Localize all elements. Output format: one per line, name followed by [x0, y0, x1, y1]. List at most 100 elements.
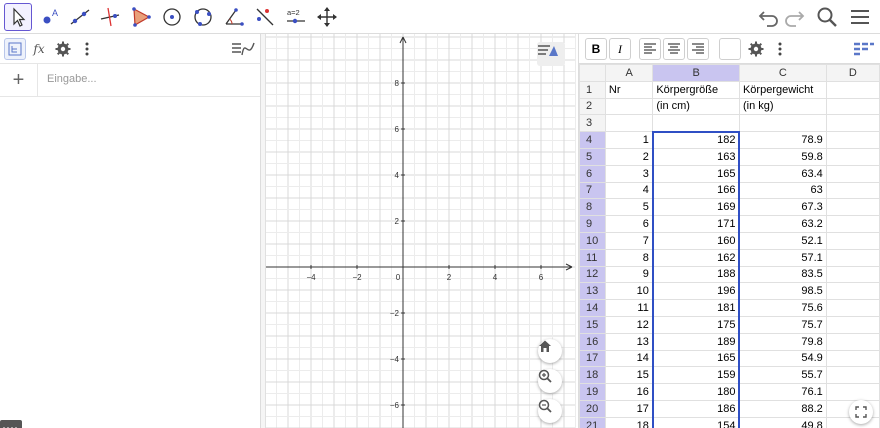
spreadsheet-grid[interactable]: ABCD 1 Nr Körpergröße Körpergewicht 2 (in cm)…: [579, 64, 880, 428]
zoom-in-button[interactable]: [538, 369, 562, 393]
cell-c[interactable]: 76.1: [738, 383, 827, 401]
graphics-style-bar-button[interactable]: [537, 42, 565, 66]
move-tool-button[interactable]: [4, 3, 32, 31]
cell-b[interactable]: 154: [651, 416, 741, 428]
algebra-sort-button[interactable]: [4, 38, 26, 60]
row-header[interactable]: 9: [579, 215, 606, 233]
cell-a[interactable]: Nr: [604, 80, 654, 99]
cell-d[interactable]: [825, 198, 880, 217]
point-tool-button[interactable]: A: [36, 3, 64, 31]
cell-b[interactable]: 159: [651, 366, 741, 385]
spreadsheet-settings-button[interactable]: [745, 38, 767, 60]
slider-tool-button[interactable]: a=2: [282, 3, 310, 31]
circle-three-points-tool-button[interactable]: [189, 3, 217, 31]
cell-d[interactable]: [825, 366, 880, 385]
cell-b[interactable]: [652, 114, 740, 133]
row-header[interactable]: 11: [579, 248, 606, 267]
row-header[interactable]: 16: [579, 332, 606, 351]
cell-a[interactable]: 17: [604, 399, 654, 418]
cell-a[interactable]: 15: [604, 366, 654, 385]
cell-b[interactable]: 180: [651, 383, 741, 401]
cell-b[interactable]: 188: [651, 265, 741, 284]
cell-d[interactable]: [825, 131, 880, 149]
cell-c[interactable]: 63.2: [738, 215, 827, 233]
cell-a[interactable]: 14: [604, 349, 654, 368]
cell-a[interactable]: 13: [604, 332, 654, 351]
row-header[interactable]: 20: [579, 399, 606, 418]
cell-c[interactable]: 83.5: [738, 265, 827, 284]
angle-tool-button[interactable]: [220, 3, 248, 31]
cell-a[interactable]: 3: [604, 164, 654, 183]
menu-button[interactable]: [847, 5, 873, 29]
row-header[interactable]: 8: [579, 198, 606, 217]
cell-d[interactable]: [825, 231, 880, 250]
row-header[interactable]: 14: [579, 299, 606, 317]
spreadsheet-more-button[interactable]: [769, 38, 791, 60]
cell-c[interactable]: 57.1: [738, 248, 827, 267]
algebra-view-toggle-button[interactable]: [230, 38, 256, 60]
cell-c[interactable]: 63.4: [738, 164, 827, 183]
cell-c[interactable]: 52.1: [738, 231, 827, 250]
circle-center-point-tool-button[interactable]: [158, 3, 186, 31]
cell-d[interactable]: [825, 147, 880, 166]
align-right-button[interactable]: [687, 38, 709, 60]
cell-a[interactable]: [604, 114, 654, 133]
cell-b[interactable]: Körpergröße: [652, 80, 740, 99]
corner-cell[interactable]: [579, 64, 606, 82]
fx-button[interactable]: fx: [28, 38, 50, 60]
cell-c[interactable]: 59.8: [738, 147, 827, 166]
cell-c[interactable]: 49.8: [738, 416, 827, 428]
algebra-more-button[interactable]: [76, 38, 98, 60]
cell-a[interactable]: 4: [604, 181, 654, 200]
cell-c[interactable]: 63: [738, 181, 827, 200]
row-header[interactable]: 6: [579, 164, 606, 183]
column-header-b[interactable]: B: [652, 64, 740, 82]
row-header[interactable]: 21: [579, 416, 606, 428]
zoom-out-button[interactable]: [538, 399, 562, 423]
cell-d[interactable]: [825, 299, 880, 317]
move-graphics-tool-button[interactable]: [313, 3, 341, 31]
cell-a[interactable]: 8: [604, 248, 654, 267]
cell-c[interactable]: Körpergewicht: [738, 80, 827, 99]
cell-b[interactable]: 186: [651, 399, 741, 418]
cell-d[interactable]: [825, 332, 880, 351]
cell-b[interactable]: 189: [651, 332, 741, 351]
cell-a[interactable]: 18: [604, 416, 654, 428]
cell-b[interactable]: 175: [651, 315, 741, 334]
cell-b[interactable]: 160: [651, 231, 741, 250]
cell-b[interactable]: 196: [651, 282, 741, 301]
cell-b[interactable]: 166: [651, 181, 741, 200]
column-header-c[interactable]: C: [738, 64, 827, 82]
cell-d[interactable]: [825, 282, 880, 301]
row-header[interactable]: 3: [579, 114, 606, 133]
cell-c[interactable]: 78.9: [738, 131, 827, 149]
column-header-a[interactable]: A: [604, 64, 654, 82]
cell-c[interactable]: 67.3: [738, 198, 827, 217]
cell-c[interactable]: 88.2: [738, 399, 827, 418]
cell-d[interactable]: [825, 97, 880, 116]
column-header-d[interactable]: D: [825, 64, 880, 82]
search-button[interactable]: [814, 5, 840, 29]
cell-c[interactable]: [738, 114, 827, 133]
cell-a[interactable]: 12: [604, 315, 654, 334]
cell-c[interactable]: 98.5: [738, 282, 827, 301]
cell-a[interactable]: 1: [604, 131, 654, 149]
reflect-tool-button[interactable]: [251, 3, 279, 31]
cell-d[interactable]: [825, 181, 880, 200]
row-header[interactable]: 12: [579, 265, 606, 284]
row-header[interactable]: 4: [579, 131, 606, 149]
cell-b[interactable]: 169: [651, 198, 741, 217]
cell-a[interactable]: 9: [604, 265, 654, 284]
cell-color-button[interactable]: [719, 38, 741, 60]
keyboard-toggle[interactable]: [0, 420, 22, 428]
algebra-settings-button[interactable]: [52, 38, 74, 60]
cell-d[interactable]: [825, 383, 880, 401]
row-header[interactable]: 13: [579, 282, 606, 301]
cell-a[interactable]: 10: [604, 282, 654, 301]
cell-b[interactable]: 162: [651, 248, 741, 267]
italic-button[interactable]: I: [609, 38, 631, 60]
cell-c[interactable]: 75.7: [738, 315, 827, 334]
cell-c[interactable]: 79.8: [738, 332, 827, 351]
cell-b[interactable]: 182: [651, 130, 741, 149]
cell-b[interactable]: 171: [651, 215, 741, 233]
